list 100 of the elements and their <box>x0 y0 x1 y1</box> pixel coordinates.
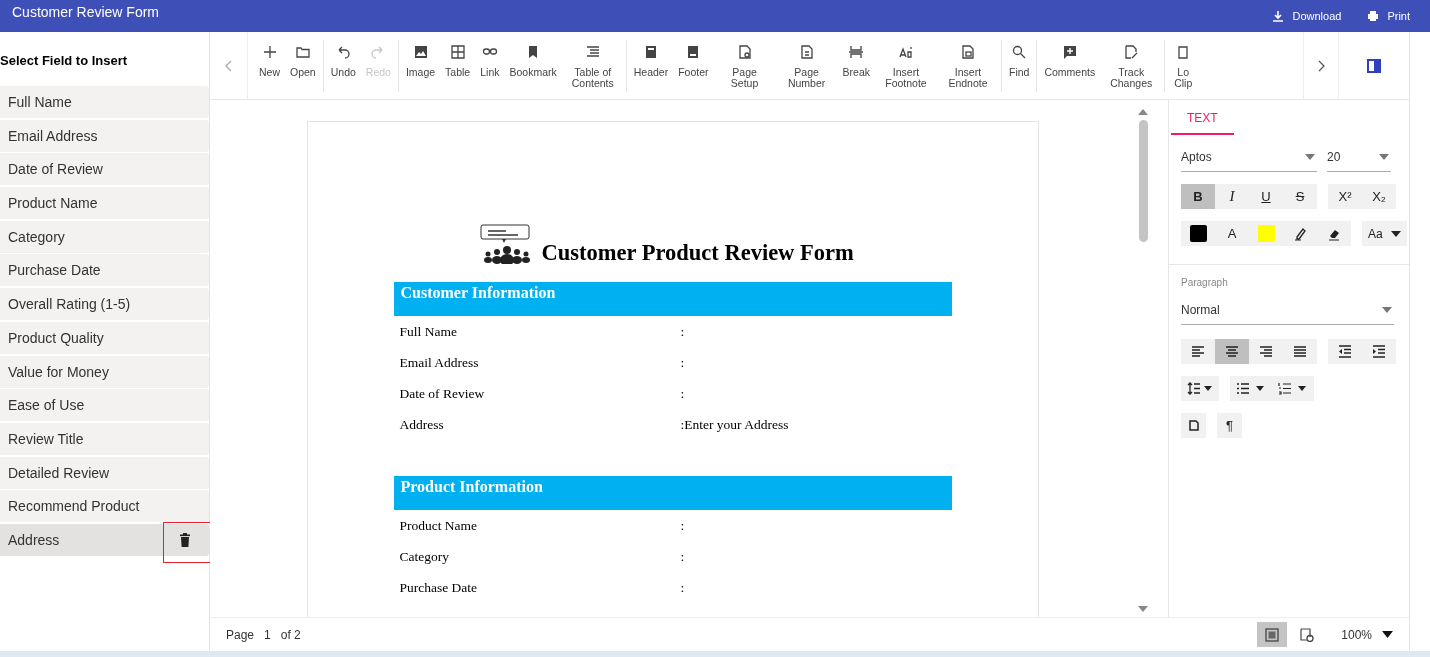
marker-icon <box>1293 226 1307 241</box>
field-item[interactable]: Recommend Product <box>0 490 209 523</box>
page-icon <box>798 43 815 60</box>
comment-icon <box>1061 43 1078 60</box>
show-formatting-button[interactable]: ¶ <box>1217 413 1242 438</box>
list-icon <box>584 43 601 60</box>
download-button[interactable]: Download <box>1266 6 1348 26</box>
print-layout-button[interactable] <box>1257 622 1288 647</box>
field-item[interactable]: Address <box>0 523 209 556</box>
toolbar-button[interactable]: Open <box>285 39 321 92</box>
toolbar-button[interactable]: Image <box>400 39 441 92</box>
table-icon <box>449 43 466 60</box>
side-panel-icon <box>1367 58 1381 73</box>
toolbar-button[interactable]: Table <box>440 39 476 92</box>
field-item[interactable]: Product Name <box>0 187 209 220</box>
toolbar-button[interactable]: Bookmark <box>504 39 562 92</box>
web-layout-icon <box>1300 627 1315 642</box>
break-icon <box>848 43 865 60</box>
caret-icon <box>1305 154 1315 160</box>
field-label: Purchase Date <box>399 579 479 596</box>
toolbar-button[interactable]: Insert Endnote <box>937 39 999 92</box>
toolbar-button[interactable]: Page Setup <box>713 39 776 92</box>
zoom-select[interactable]: 100% <box>1341 627 1393 642</box>
field-value[interactable]: : <box>680 385 685 402</box>
toolbar-button[interactable]: Table of Contents <box>561 39 624 92</box>
chevron-right-icon <box>1317 59 1325 72</box>
outdent-icon <box>1338 345 1352 358</box>
field-value[interactable]: : <box>680 354 685 371</box>
field-item[interactable]: Email Address <box>0 119 209 152</box>
field-item[interactable]: Category <box>0 220 209 253</box>
align-button[interactable] <box>1215 339 1249 364</box>
field-value[interactable]: : <box>680 548 685 565</box>
field-item[interactable]: Full Name <box>0 86 209 118</box>
field-item[interactable]: Date of Review <box>0 153 209 186</box>
page-count: of 2 <box>280 627 301 642</box>
style-select[interactable]: Normal <box>1181 300 1394 325</box>
caret-icon <box>1382 631 1393 638</box>
field-item[interactable]: Detailed Review <box>0 456 209 489</box>
toolbar-button[interactable]: Comments <box>1039 39 1101 92</box>
download-icon <box>1272 10 1285 22</box>
format-button[interactable]: B <box>1181 184 1215 209</box>
toolbar-button[interactable]: Page Number <box>775 39 838 92</box>
field-label: Email Address <box>399 354 480 371</box>
caret-icon <box>1382 307 1392 313</box>
printer-icon <box>1367 10 1380 22</box>
field-label: Date of Review <box>399 385 486 402</box>
toolbar-button[interactable]: New <box>254 39 285 92</box>
search-icon <box>1011 43 1028 60</box>
page-number-field[interactable]: 1 <box>262 627 273 642</box>
image-icon <box>412 43 429 60</box>
size-select[interactable]: 20 <box>1327 147 1391 172</box>
toolbar-button[interactable]: Footer <box>673 39 714 92</box>
text-tab[interactable]: TEXT <box>1171 100 1234 135</box>
justify-icon <box>1293 345 1307 358</box>
toolbar-button[interactable]: Undo <box>325 39 361 92</box>
print-button[interactable]: Print <box>1361 6 1416 26</box>
field-item[interactable]: Product Quality <box>0 321 209 354</box>
field-item[interactable]: Review Title <box>0 422 209 455</box>
toolbar-button[interactable]: Header <box>628 39 674 92</box>
field-value[interactable]: : <box>680 579 685 596</box>
scroll-down-icon[interactable] <box>1138 605 1148 613</box>
align-right-icon <box>1259 345 1273 358</box>
toolbar-button[interactable]: Insert Footnote <box>875 39 937 92</box>
section-label: Paragraph <box>1181 277 1229 288</box>
trash-icon[interactable] <box>179 532 191 547</box>
section-heading: Product Information <box>393 476 952 510</box>
toolbar-button[interactable]: Link <box>475 39 505 92</box>
paste-button[interactable] <box>1181 413 1206 438</box>
indent-icon <box>1372 345 1386 358</box>
font-color-swatch-icon[interactable] <box>1189 225 1207 242</box>
pencil-page-icon <box>1123 43 1140 60</box>
toolbar-button[interactable]: Break <box>837 39 875 92</box>
field-item[interactable]: Overall Rating (1-5) <box>0 288 209 321</box>
field-value[interactable]: : <box>680 517 685 534</box>
page-icon <box>736 43 753 60</box>
chevron-left-icon <box>224 59 233 72</box>
field-value[interactable]: :Enter your Address <box>680 416 789 433</box>
field-label: Full Name <box>399 323 458 340</box>
field-label: Product Name <box>399 517 479 534</box>
align-center-icon <box>1225 345 1239 358</box>
numbered-list-icon <box>1278 382 1308 395</box>
line-spacing-icon <box>1187 382 1213 395</box>
field-item[interactable]: Value for Money <box>0 355 209 388</box>
scrollbar-thumb[interactable] <box>1138 120 1148 242</box>
caret-icon <box>1379 154 1389 160</box>
field-item[interactable]: Ease of Use <box>0 389 209 422</box>
align-left-icon <box>1191 345 1205 358</box>
caret-icon <box>1390 230 1401 237</box>
field-value[interactable]: : <box>680 323 685 340</box>
field-item[interactable]: Purchase Date <box>0 254 209 287</box>
scroll-up-icon[interactable] <box>1138 108 1148 116</box>
page-icon <box>1188 420 1199 431</box>
font-select[interactable]: Aptos <box>1181 147 1317 172</box>
toolbar-button[interactable]: Track Changes <box>1100 39 1163 92</box>
field-label: Category <box>399 548 450 565</box>
highlight-color-swatch-icon[interactable] <box>1257 225 1275 242</box>
page-icon <box>960 43 976 60</box>
toolbar-button[interactable]: Find <box>1004 39 1035 92</box>
toolbar-button[interactable]: Lo Clip <box>1167 39 1200 92</box>
field-label: Address <box>399 416 445 433</box>
